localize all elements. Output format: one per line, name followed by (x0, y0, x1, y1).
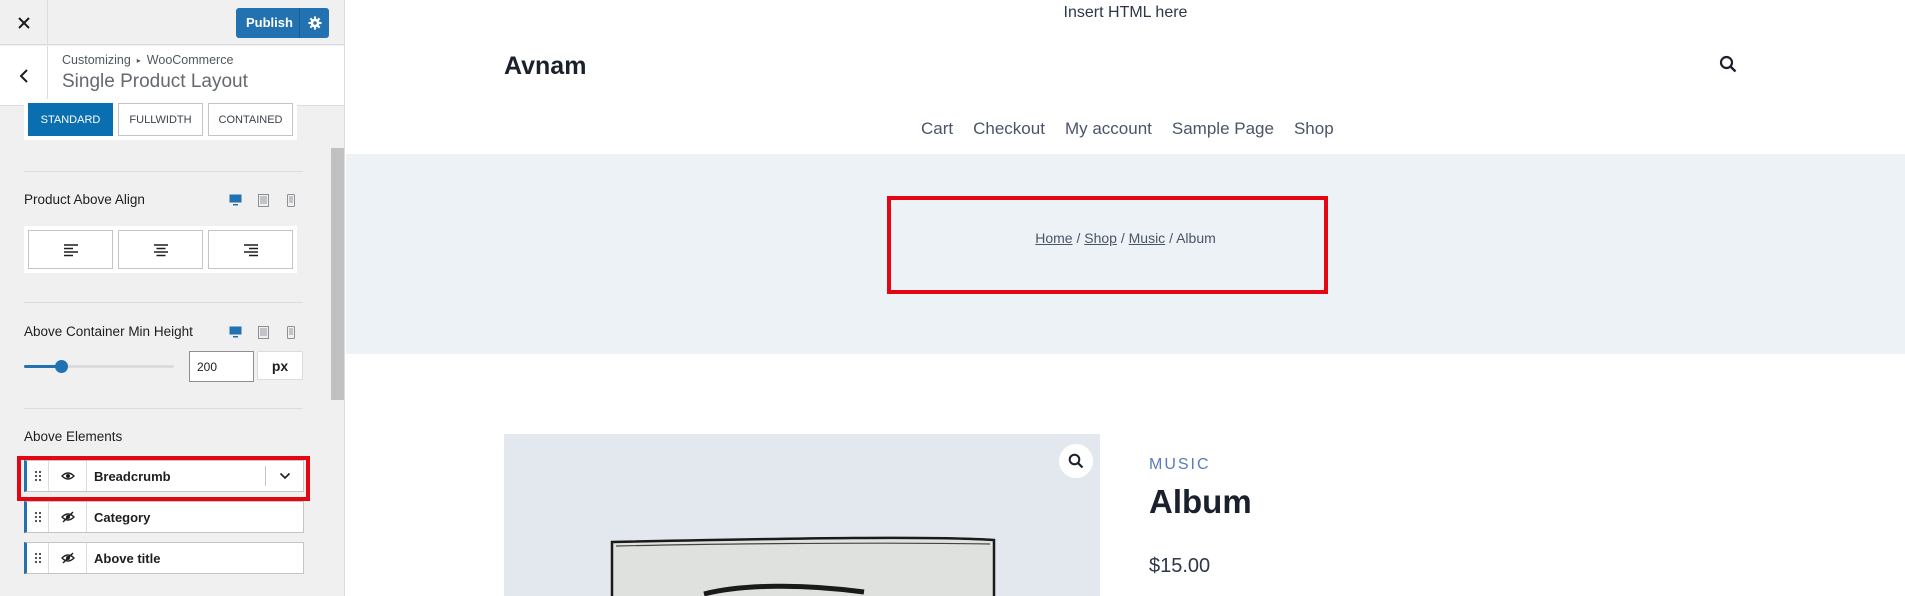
slider-handle[interactable] (55, 360, 68, 373)
divider (24, 302, 303, 303)
layout-option-contained[interactable]: CONTAINED (208, 103, 293, 136)
close-icon[interactable] (0, 0, 48, 45)
desktop-icon[interactable] (228, 325, 242, 339)
highlight-annotation (17, 456, 310, 501)
nav-item-shop[interactable]: Shop (1294, 119, 1334, 139)
publish-group: Publish (236, 8, 329, 38)
unit-selector[interactable]: px (257, 351, 303, 380)
element-name: Category (94, 509, 151, 525)
align-selector (24, 226, 297, 273)
highlight-annotation (887, 196, 1328, 294)
drag-handle-icon[interactable] (27, 502, 49, 532)
min-height-slider[interactable] (24, 351, 174, 381)
above-elements-label: Above Elements (24, 429, 123, 444)
product-category[interactable]: MUSIC (1149, 456, 1211, 474)
customizer-sidebar: Publish Customizing ▸ WooCommerce Single P… (0, 0, 345, 596)
product-above-align-label: Product Above Align (24, 192, 145, 207)
nav-item-my-account[interactable]: My account (1065, 119, 1152, 139)
layout-option-fullwidth[interactable]: FULLWIDTH (118, 103, 203, 136)
site-preview: Insert HTML here Avnam Cart Checkout My … (346, 0, 1905, 596)
element-name: Above title (94, 550, 161, 566)
nav-item-sample-page[interactable]: Sample Page (1172, 119, 1274, 139)
eye-hidden-icon[interactable] (49, 543, 87, 573)
gear-icon[interactable] (299, 8, 329, 38)
nav-item-checkout[interactable]: Checkout (973, 119, 1045, 139)
above-min-height-label: Above Container Min Height (24, 324, 193, 339)
product-image[interactable] (504, 434, 1100, 596)
section-title: Single Product Layout (62, 71, 248, 92)
eye-hidden-icon[interactable] (49, 502, 87, 532)
layout-option-standard[interactable]: STANDARD (28, 103, 113, 136)
align-right-icon[interactable] (208, 230, 293, 269)
primary-nav: Cart Checkout My account Sample Page Sho… (921, 119, 1334, 139)
nav-item-cart[interactable]: Cart (921, 119, 953, 139)
element-row-above-title[interactable]: Above title (24, 542, 304, 574)
mobile-icon[interactable] (284, 193, 298, 207)
min-height-input[interactable] (189, 351, 254, 382)
triangle-right-icon: ▸ (136, 56, 141, 65)
tablet-icon[interactable] (256, 325, 270, 339)
tablet-icon[interactable] (256, 193, 270, 207)
publish-button[interactable]: Publish (236, 8, 299, 38)
customizer-window: Publish Customizing ▸ WooCommerce Single P… (0, 0, 1905, 596)
section-header: Customizing ▸ WooCommerce Single Product L… (0, 46, 344, 106)
mobile-icon[interactable] (284, 325, 298, 339)
drag-handle-icon[interactable] (27, 543, 49, 573)
section-breadcrumb: Customizing ▸ WooCommerce (62, 53, 233, 67)
customizer-topbar: Publish (0, 0, 344, 45)
layout-selector: STANDARD FULLWIDTH CONTAINED (24, 99, 297, 140)
search-icon[interactable] (1719, 55, 1737, 78)
header-html-area[interactable]: Insert HTML here (346, 4, 1905, 22)
divider (24, 171, 303, 172)
align-left-icon[interactable] (28, 230, 113, 269)
product-price: $15.00 (1149, 555, 1211, 577)
divider (24, 408, 303, 409)
desktop-icon[interactable] (228, 193, 242, 207)
back-icon[interactable] (0, 46, 48, 106)
device-switcher (228, 193, 298, 207)
device-switcher (228, 325, 298, 339)
sidebar-scrollbar-thumb[interactable] (331, 148, 344, 400)
zoom-icon[interactable] (1059, 444, 1093, 478)
align-center-icon[interactable] (118, 230, 203, 269)
breadcrumb-root: Customizing (62, 53, 131, 67)
breadcrumb-parent: WooCommerce (146, 53, 234, 67)
element-row-category[interactable]: Category (24, 501, 304, 533)
site-title[interactable]: Avnam (504, 52, 586, 81)
product-title: Album (1149, 483, 1252, 520)
